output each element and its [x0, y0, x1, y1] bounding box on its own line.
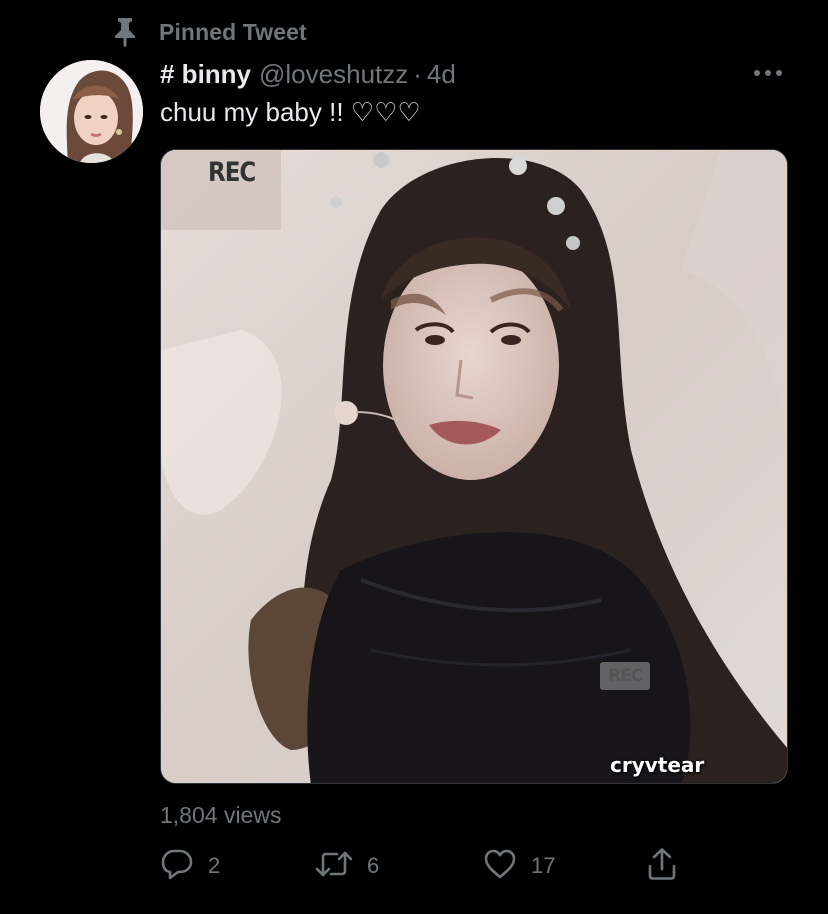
reply-count: 2: [208, 853, 221, 878]
tweet-text: chuu my baby !! ♡♡♡: [160, 97, 421, 127]
pin-icon: [110, 17, 140, 47]
retweet-count: 6: [367, 853, 380, 878]
rec-overlay-bottom: REC: [600, 662, 651, 690]
header-separator: ·: [413, 58, 422, 89]
reply-button[interactable]: 2: [160, 848, 220, 884]
avatar[interactable]: [40, 60, 143, 163]
retweet-button[interactable]: 6: [315, 848, 379, 884]
author-display-name[interactable]: # binny: [160, 59, 251, 90]
share-icon: [647, 847, 677, 886]
media-watermark: cryvtear: [610, 753, 705, 777]
tweet-media[interactable]: REC REC cryvtear: [160, 149, 788, 784]
pinned-label: Pinned Tweet: [159, 18, 307, 45]
like-count: 17: [531, 853, 556, 878]
tweet-header: # binny @loveshutzz · 4d: [160, 56, 456, 92]
more-icon: [752, 64, 784, 82]
media-image: [161, 150, 787, 783]
pinned-indicator: Pinned Tweet: [110, 14, 307, 50]
author-handle[interactable]: @loveshutzz: [259, 59, 408, 90]
more-options-button[interactable]: [748, 58, 788, 88]
tweet-timestamp[interactable]: 4d: [427, 59, 456, 90]
like-button[interactable]: 17: [483, 848, 555, 884]
reply-icon: [160, 847, 194, 886]
rec-overlay-top: REC: [208, 158, 256, 188]
retweet-icon: [315, 847, 353, 886]
view-count: 1,804 views: [160, 802, 282, 828]
heart-icon: [483, 848, 517, 885]
share-button[interactable]: [647, 847, 677, 886]
tweet-actions: 2 6 17: [160, 847, 680, 886]
